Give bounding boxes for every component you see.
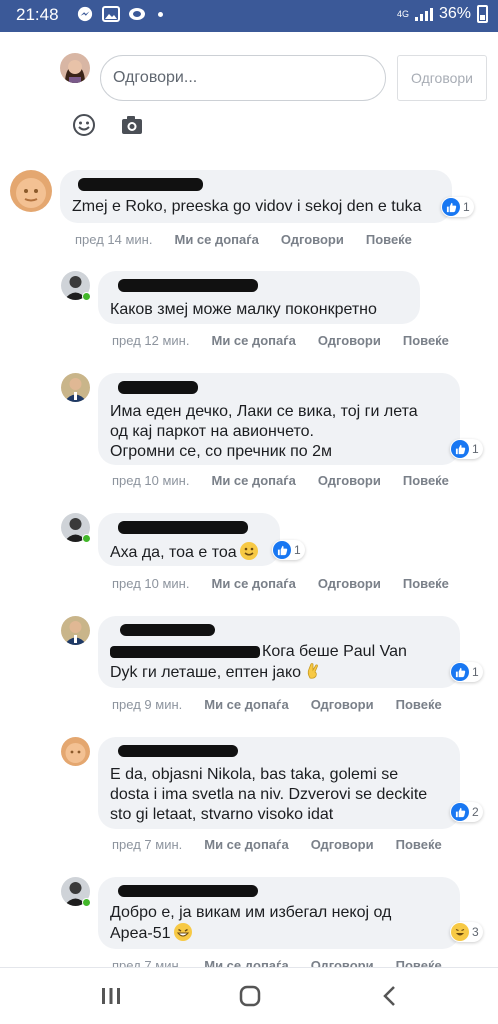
comment-bubble: Добро е, ја викам им избегал некој од Ар…: [98, 877, 460, 949]
like-button[interactable]: Ми се допаѓа: [211, 473, 295, 488]
comment-text: Добро е, ја викам им избегал некој од Ар…: [110, 904, 392, 942]
online-indicator: [82, 898, 91, 907]
reply-button[interactable]: Одговори: [318, 333, 381, 348]
ok-hand-emoji-icon: [304, 662, 322, 680]
comment-bubble: E da, objasni Nikola, bas taka, golemi s…: [98, 737, 460, 829]
status-right: 4G 36%: [397, 5, 488, 23]
status-time: 21:48: [16, 5, 59, 24]
smile-emoji-icon: [239, 542, 258, 560]
reaction-count[interactable]: 1: [441, 197, 474, 217]
emoji-icon[interactable]: [72, 113, 96, 137]
like-button[interactable]: Ми се допаѓа: [204, 697, 288, 712]
status-bar: 21:48 4G 36%: [0, 0, 498, 32]
gallery-icon: [102, 6, 120, 22]
like-reaction-icon: [451, 440, 469, 458]
battery-icon: [477, 5, 488, 23]
avatar[interactable]: [61, 737, 90, 766]
camera-icon[interactable]: [121, 115, 143, 135]
reaction-count[interactable]: 1: [450, 439, 483, 459]
reaction-count[interactable]: 2: [450, 802, 483, 822]
comment-text: Zmej e Roko, preeska go vidov i sekoj de…: [72, 198, 422, 215]
online-indicator: [82, 534, 91, 543]
comment-bubble: Кога беше Paul Van Dyk ги леташе, ептен …: [98, 616, 460, 688]
reply-button[interactable]: Одговори: [311, 837, 374, 852]
redacted-author-name: [118, 381, 198, 394]
comment-bubble: Каков змеј може малку поконкретно: [98, 271, 420, 324]
comment-timestamp: пред 12 мин.: [112, 333, 190, 348]
more-button[interactable]: Повеќе: [403, 333, 449, 348]
like-reaction-icon: [442, 198, 460, 216]
comment-timestamp: пред 10 мин.: [112, 576, 190, 591]
comment-text: Аха да, тоа е тоа: [110, 542, 268, 563]
redacted-author-name: [118, 279, 258, 292]
like-reaction-icon: [273, 541, 291, 559]
more-button[interactable]: Повеќе: [396, 837, 442, 852]
like-reaction-icon: [451, 803, 469, 821]
redacted-author-name: [78, 178, 203, 191]
reply-submit-button[interactable]: Одговори: [397, 55, 487, 101]
battery-percent: 36%: [438, 5, 471, 22]
redacted-text: [110, 645, 260, 658]
comment-text: Каков змеј може малку поконкретно: [110, 301, 377, 318]
comment-text: Кога беше Paul Van Dyk ги леташе, ептен …: [110, 643, 407, 681]
avatar[interactable]: [61, 616, 90, 645]
signal-icon: [414, 7, 433, 21]
comment-text: Има еден дечко, Лаки се вика, тој ги лет…: [110, 403, 418, 460]
comment-bubble: Zmej e Roko, preeska go vidov i sekoj de…: [60, 170, 452, 223]
reaction-count[interactable]: 1: [272, 540, 305, 560]
like-button[interactable]: Ми се допаѓа: [211, 333, 295, 348]
comment-timestamp: пред 14 мин.: [75, 232, 153, 247]
more-button[interactable]: Повеќе: [396, 697, 442, 712]
reply-button[interactable]: Одговори: [311, 697, 374, 712]
grin-emoji-icon: [173, 923, 192, 941]
comment-actions: пред 12 мин. Ми се допаѓа Одговори Повеќ…: [112, 333, 449, 348]
home-icon[interactable]: [236, 982, 264, 1010]
comment-actions: пред 7 мин. Ми се допаѓа Одговори Повеќе: [112, 837, 442, 852]
comment-timestamp: пред 9 мин.: [112, 697, 183, 712]
my-avatar: [60, 53, 90, 83]
online-indicator: [82, 292, 91, 301]
reply-input[interactable]: [100, 55, 386, 101]
app-icon: [129, 8, 145, 20]
back-icon[interactable]: [376, 982, 404, 1010]
comment-timestamp: пред 7 мин.: [112, 837, 183, 852]
comment-timestamp: пред 10 мин.: [112, 473, 190, 488]
redacted-author-name: [120, 624, 215, 636]
redacted-author-name: [118, 885, 258, 897]
redacted-author-name: [118, 521, 248, 534]
android-navigation-bar: [0, 967, 498, 1024]
comment-actions: пред 14 мин. Ми се допаѓа Одговори Повеќ…: [75, 232, 412, 247]
redacted-author-name: [118, 745, 238, 757]
haha-reaction-icon: [451, 923, 469, 941]
comment-actions: пред 10 мин. Ми се допаѓа Одговори Повеќ…: [112, 576, 449, 591]
status-notification-icons: [76, 6, 163, 22]
reply-button[interactable]: Одговори: [281, 232, 344, 247]
like-button[interactable]: Ми се допаѓа: [211, 576, 295, 591]
network-type: 4G: [396, 8, 409, 19]
comment-actions: пред 10 мин. Ми се допаѓа Одговори Повеќ…: [112, 473, 449, 488]
reaction-count[interactable]: 1: [450, 662, 483, 682]
avatar[interactable]: [61, 373, 90, 402]
comment-text: E da, objasni Nikola, bas taka, golemi s…: [110, 766, 428, 823]
more-button[interactable]: Повеќе: [366, 232, 412, 247]
like-button[interactable]: Ми се допаѓа: [174, 232, 258, 247]
avatar[interactable]: [10, 170, 52, 212]
messenger-icon: [77, 6, 93, 22]
comment-actions: пред 9 мин. Ми се допаѓа Одговори Повеќе: [112, 697, 442, 712]
comment-bubble: Аха да, тоа е тоа: [98, 513, 280, 566]
like-button[interactable]: Ми се допаѓа: [204, 837, 288, 852]
reply-button[interactable]: Одговори: [318, 576, 381, 591]
recent-apps-icon[interactable]: [97, 982, 125, 1010]
dot-icon: [158, 11, 163, 17]
like-reaction-icon: [451, 663, 469, 681]
reaction-count[interactable]: 3: [450, 922, 483, 942]
reply-button[interactable]: Одговори: [318, 473, 381, 488]
more-button[interactable]: Повеќе: [403, 473, 449, 488]
more-button[interactable]: Повеќе: [403, 576, 449, 591]
comment-bubble: Има еден дечко, Лаки се вика, тој ги лет…: [98, 373, 460, 465]
